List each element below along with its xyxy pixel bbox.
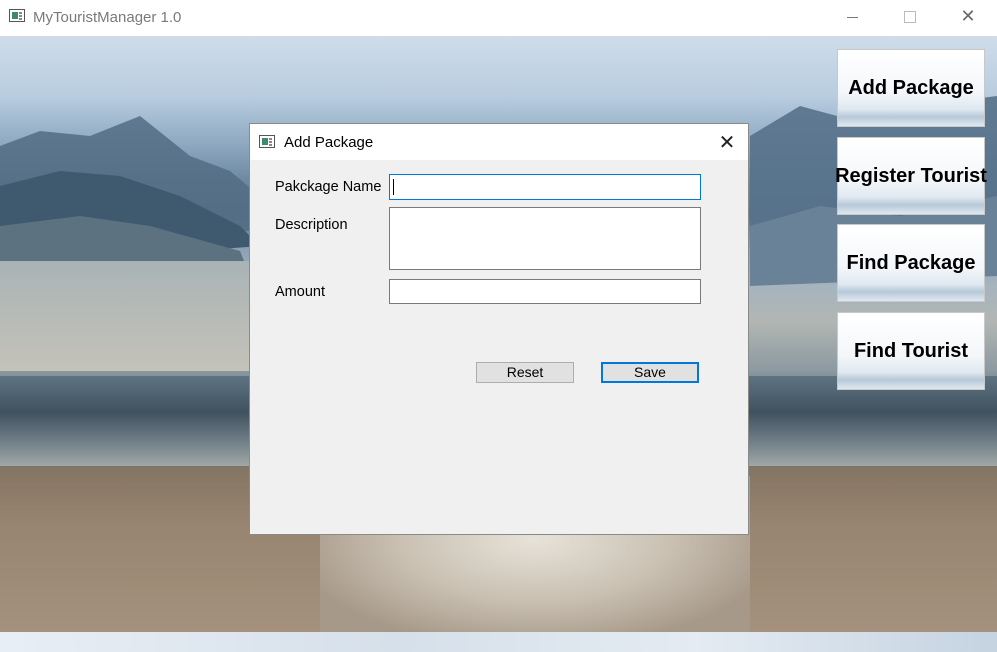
- dialog-title-bar: Add Package ✕: [250, 124, 748, 160]
- app-window-icon: [9, 9, 25, 22]
- package-name-input[interactable]: [389, 174, 701, 200]
- description-input[interactable]: [389, 207, 701, 270]
- add-package-dialog: Add Package ✕ Pakckage Name Description …: [249, 123, 749, 535]
- reset-button[interactable]: Reset: [476, 362, 574, 383]
- maximize-button[interactable]: [887, 0, 933, 34]
- amount-label: Amount: [275, 284, 325, 300]
- add-package-button[interactable]: Add Package: [837, 49, 985, 127]
- maximize-icon: [904, 11, 916, 23]
- minimize-icon: [846, 16, 858, 18]
- close-icon: ✕: [718, 130, 736, 154]
- dialog-window-icon: [259, 135, 275, 148]
- close-icon: ✕: [960, 6, 976, 27]
- text-cursor: [393, 179, 394, 195]
- dialog-title: Add Package: [284, 134, 374, 151]
- description-label: Description: [275, 217, 348, 233]
- dialog-close-button[interactable]: ✕: [710, 126, 744, 158]
- find-package-button[interactable]: Find Package: [837, 224, 985, 302]
- bottom-strip: [0, 632, 997, 652]
- close-window-button[interactable]: ✕: [945, 0, 991, 34]
- save-button[interactable]: Save: [601, 362, 699, 383]
- amount-input[interactable]: [389, 279, 701, 304]
- river-water: [0, 261, 260, 371]
- find-tourist-button[interactable]: Find Tourist: [837, 312, 985, 390]
- register-tourist-button[interactable]: Register Tourist: [835, 137, 987, 215]
- app-title: MyTouristManager 1.0: [33, 9, 182, 26]
- main-title-bar: MyTouristManager 1.0 ✕: [0, 0, 997, 36]
- package-name-label: Pakckage Name: [275, 179, 382, 195]
- minimize-button[interactable]: [829, 0, 875, 34]
